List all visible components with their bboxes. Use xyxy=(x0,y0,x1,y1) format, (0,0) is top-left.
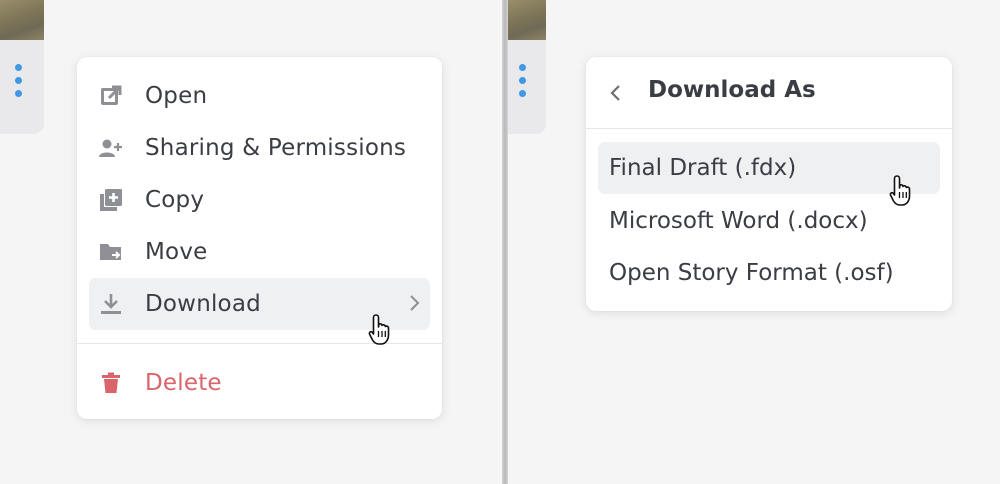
download-submenu: Download As Final Draft (.fdx) Microsoft… xyxy=(586,57,952,311)
menu-item-move[interactable]: Move xyxy=(89,226,430,278)
menu-item-label: Copy xyxy=(145,187,205,213)
menu-item-open[interactable]: Open xyxy=(89,70,430,122)
add-user-icon xyxy=(99,136,123,160)
menu-separator xyxy=(77,343,442,344)
format-option-osf[interactable]: Open Story Format (.osf) xyxy=(598,247,940,299)
right-panel: Download As Final Draft (.fdx) Microsoft… xyxy=(508,0,1000,484)
format-option-docx[interactable]: Microsoft Word (.docx) xyxy=(598,195,940,247)
external-link-icon xyxy=(99,84,123,108)
file-card[interactable] xyxy=(0,0,44,134)
menu-item-sharing[interactable]: Sharing & Permissions xyxy=(89,122,430,174)
format-option-label: Open Story Format (.osf) xyxy=(609,260,894,286)
context-menu: Open Sharing & Permissions Copy Move Dow… xyxy=(77,57,442,419)
menu-item-label: Open xyxy=(145,83,208,109)
file-thumbnail xyxy=(0,0,44,40)
chevron-left-icon[interactable] xyxy=(602,79,630,107)
folder-move-icon xyxy=(99,240,123,264)
kebab-menu-icon[interactable] xyxy=(15,64,22,97)
format-option-label: Final Draft (.fdx) xyxy=(609,155,797,181)
menu-item-label: Download xyxy=(145,291,261,317)
menu-item-delete[interactable]: Delete xyxy=(89,357,430,409)
submenu-title: Download As xyxy=(648,77,816,103)
file-thumbnail xyxy=(508,0,546,40)
kebab-menu-icon[interactable] xyxy=(519,64,526,97)
menu-item-copy[interactable]: Copy xyxy=(89,174,430,226)
file-card[interactable] xyxy=(508,0,546,134)
format-option-fdx[interactable]: Final Draft (.fdx) xyxy=(598,142,940,194)
menu-separator xyxy=(586,128,952,129)
left-panel: Open Sharing & Permissions Copy Move Dow… xyxy=(0,0,502,484)
trash-icon xyxy=(99,371,123,395)
download-icon xyxy=(99,292,123,316)
menu-item-label: Sharing & Permissions xyxy=(145,135,407,161)
format-option-label: Microsoft Word (.docx) xyxy=(609,208,868,234)
menu-item-label: Move xyxy=(145,239,208,265)
copy-plus-icon xyxy=(99,188,123,212)
menu-item-label: Delete xyxy=(145,370,222,396)
chevron-right-icon xyxy=(408,294,420,316)
menu-item-download[interactable]: Download xyxy=(89,278,430,330)
submenu-header: Download As xyxy=(586,57,952,129)
